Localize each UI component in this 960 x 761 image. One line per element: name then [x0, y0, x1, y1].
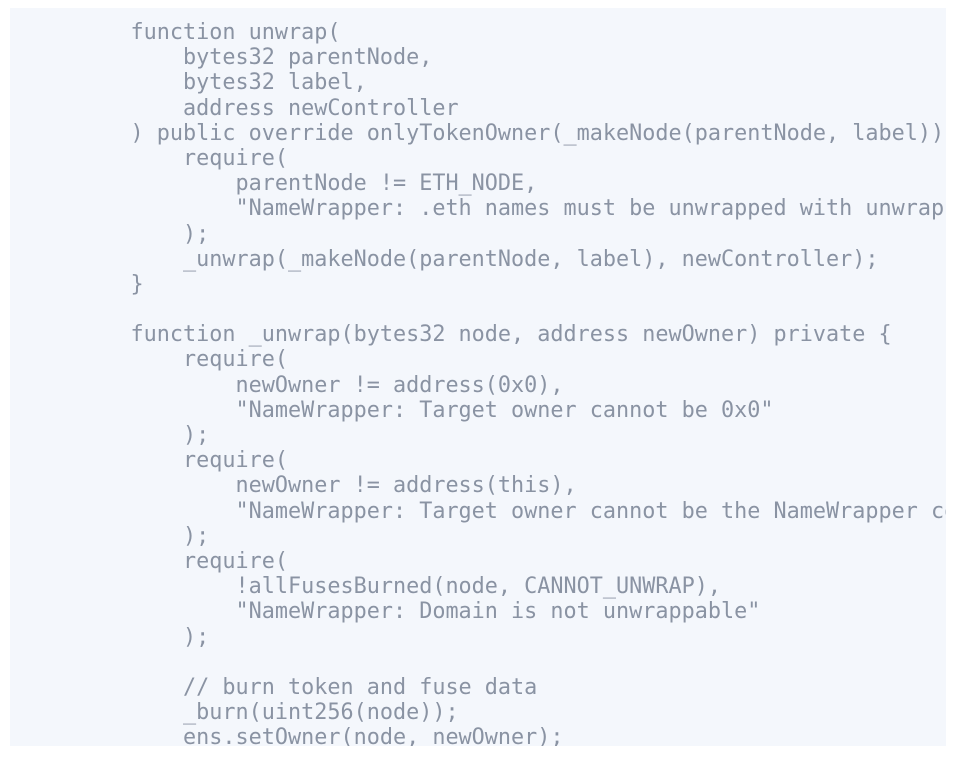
code-line: newOwner != address(this),	[78, 473, 577, 499]
code-line: }	[78, 271, 144, 297]
code-line: function unwrap(	[78, 20, 341, 45]
code-line: function _unwrap(bytes32 node, address n…	[78, 322, 892, 348]
code-line: "NameWrapper: Domain is not unwrappable"	[78, 599, 761, 625]
code-line: );	[78, 523, 210, 549]
code-line: newOwner != address(0x0),	[78, 372, 564, 398]
code-line: );	[78, 624, 210, 650]
code-line: );	[78, 423, 210, 448]
code-line: !allFusesBurned(node, CANNOT_UNWRAP),	[78, 574, 722, 600]
code-panel: function unwrap( bytes32 parentNode, byt…	[10, 8, 946, 746]
screenshot-root: function unwrap( bytes32 parentNode, byt…	[0, 0, 960, 761]
code-line: "NameWrapper: .eth names must be unwrapp…	[235, 196, 946, 222]
code-line: ) public override onlyTokenOwner(_makeNo…	[78, 120, 946, 146]
code-line: "NameWrapper: Target owner cannot be 0x0…	[78, 397, 774, 423]
code-line: require(	[78, 145, 288, 171]
code-line: require(	[78, 548, 288, 574]
code-line: parentNode != ETH_NODE,	[78, 171, 538, 197]
code-line: ens.setOwner(node, newOwner);	[78, 725, 564, 746]
code-line: require(	[78, 347, 288, 373]
code-line: bytes32 label,	[78, 70, 367, 96]
code-block[interactable]: function unwrap( bytes32 parentNode, byt…	[78, 20, 946, 746]
code-line: require(	[78, 448, 288, 474]
code-line: "NameWrapper: Target owner cannot be the…	[235, 498, 946, 524]
code-line: bytes32 parentNode,	[78, 45, 433, 71]
code-line: _burn(uint256(node));	[78, 700, 459, 726]
code-line: // burn token and fuse data	[78, 674, 538, 700]
code-line: _unwrap(_makeNode(parentNode, label), ne…	[78, 246, 879, 272]
code-line: address newController	[78, 95, 459, 121]
code-line: );	[78, 221, 210, 247]
